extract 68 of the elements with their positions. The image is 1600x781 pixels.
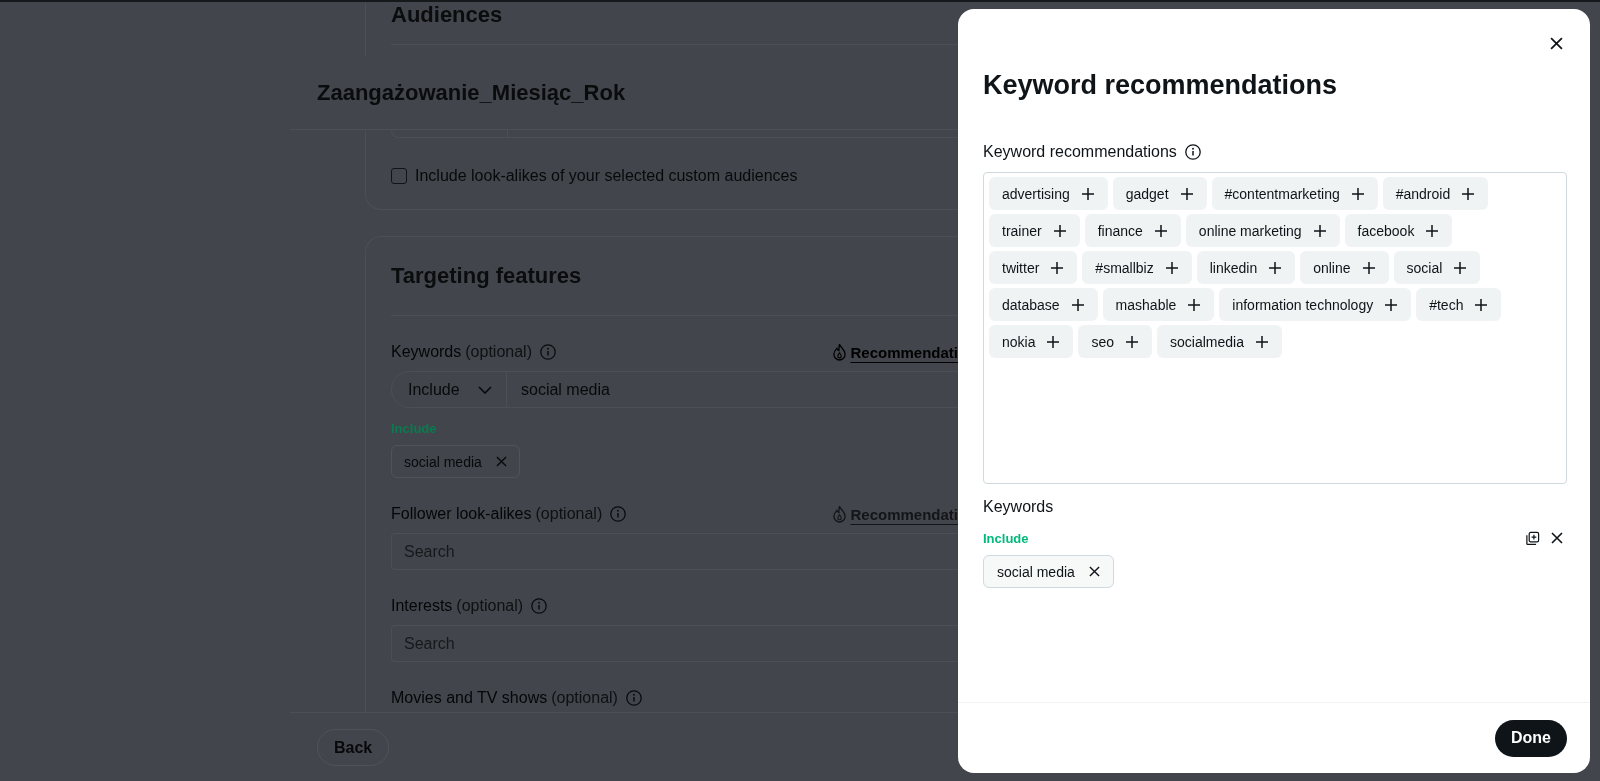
field-label: Movies and TV shows (391, 689, 548, 707)
plus-icon (1385, 298, 1398, 311)
checkbox-label: Include look-alikes of your selected custom audiences (415, 167, 798, 185)
flame-icon (832, 343, 848, 361)
optional-hint: (optional) (456, 597, 524, 615)
keyword-chip[interactable]: social media (983, 555, 1114, 588)
plus-icon (1362, 261, 1375, 274)
plus-icon (1454, 261, 1467, 274)
plus-icon (1053, 224, 1066, 237)
keyword-chip[interactable]: social (1393, 251, 1481, 284)
dialog-title: Keyword recommendations (983, 70, 1339, 100)
keyword-chip[interactable]: #android (1382, 177, 1489, 210)
keyword-chip[interactable]: nokia (989, 325, 1074, 358)
close-icon[interactable] (1551, 532, 1563, 544)
keyword-chip[interactable]: gadget (1112, 177, 1207, 210)
keyword-chip[interactable]: linkedin (1196, 251, 1296, 284)
plus-icon (1475, 298, 1488, 311)
info-icon[interactable] (1184, 144, 1201, 160)
section-title: Targeting features (391, 263, 582, 289)
keyword-chip[interactable]: finance (1084, 214, 1181, 247)
close-icon (1549, 36, 1563, 50)
section-title: Audiences (391, 2, 504, 28)
keyword-chip[interactable]: twitter (989, 251, 1078, 284)
plus-icon (1071, 298, 1084, 311)
keyword-chip[interactable]: mashable (1102, 288, 1215, 321)
page-title: Zaangażowanie_Miesiąc_Rok (317, 78, 626, 107)
plus-icon (1047, 335, 1060, 348)
plus-icon (1188, 298, 1201, 311)
keyword-chip[interactable]: online marketing (1185, 214, 1340, 247)
keyword-chip[interactable]: information technology (1219, 288, 1412, 321)
keyword-chip[interactable]: #smallbiz (1082, 251, 1192, 284)
plus-icon (1426, 224, 1439, 237)
plus-icon (1269, 261, 1282, 274)
group-label: Include (391, 421, 438, 436)
field-label: Keywords (391, 343, 462, 361)
keyword-chip[interactable]: facebook (1344, 214, 1453, 247)
plus-icon (1126, 335, 1139, 348)
keyword-chip[interactable]: trainer (989, 214, 1080, 247)
flame-icon (832, 505, 848, 523)
plus-icon (1462, 187, 1475, 200)
plus-icon (1351, 187, 1364, 200)
checkbox[interactable] (391, 168, 407, 184)
optional-hint: (optional) (551, 689, 618, 707)
plus-icon (1051, 261, 1064, 274)
plus-icon (1154, 224, 1167, 237)
plus-icon (1081, 187, 1094, 200)
done-button[interactable]: Done (1495, 719, 1567, 757)
plus-icon (1180, 187, 1193, 200)
copy-plus-icon[interactable] (1525, 530, 1540, 546)
close-icon[interactable] (1088, 566, 1100, 577)
chevron-down-icon (478, 385, 492, 394)
group-label: Include (983, 530, 1029, 546)
keyword-chip[interactable]: #contentmarketing (1211, 177, 1378, 210)
plus-icon (1313, 224, 1326, 237)
field-label: Keywords (983, 497, 1055, 517)
keyword-chip[interactable]: online (1300, 251, 1389, 284)
field-label: Follower look-alikes (391, 505, 532, 523)
field-label: Keyword recommendations (983, 142, 1177, 162)
plus-icon (1165, 261, 1178, 274)
plus-icon (1256, 335, 1268, 348)
keyword-chip[interactable]: #tech (1416, 288, 1502, 321)
keyword-chip[interactable]: socialmedia (1157, 325, 1282, 358)
keyword-chip[interactable]: seo (1078, 325, 1153, 358)
keyword-chip[interactable]: database (989, 288, 1098, 321)
optional-hint: (optional) (465, 343, 532, 361)
optional-hint: (optional) (535, 505, 603, 523)
keyword-chip[interactable]: advertising (989, 177, 1108, 210)
field-label: Interests (391, 597, 453, 615)
